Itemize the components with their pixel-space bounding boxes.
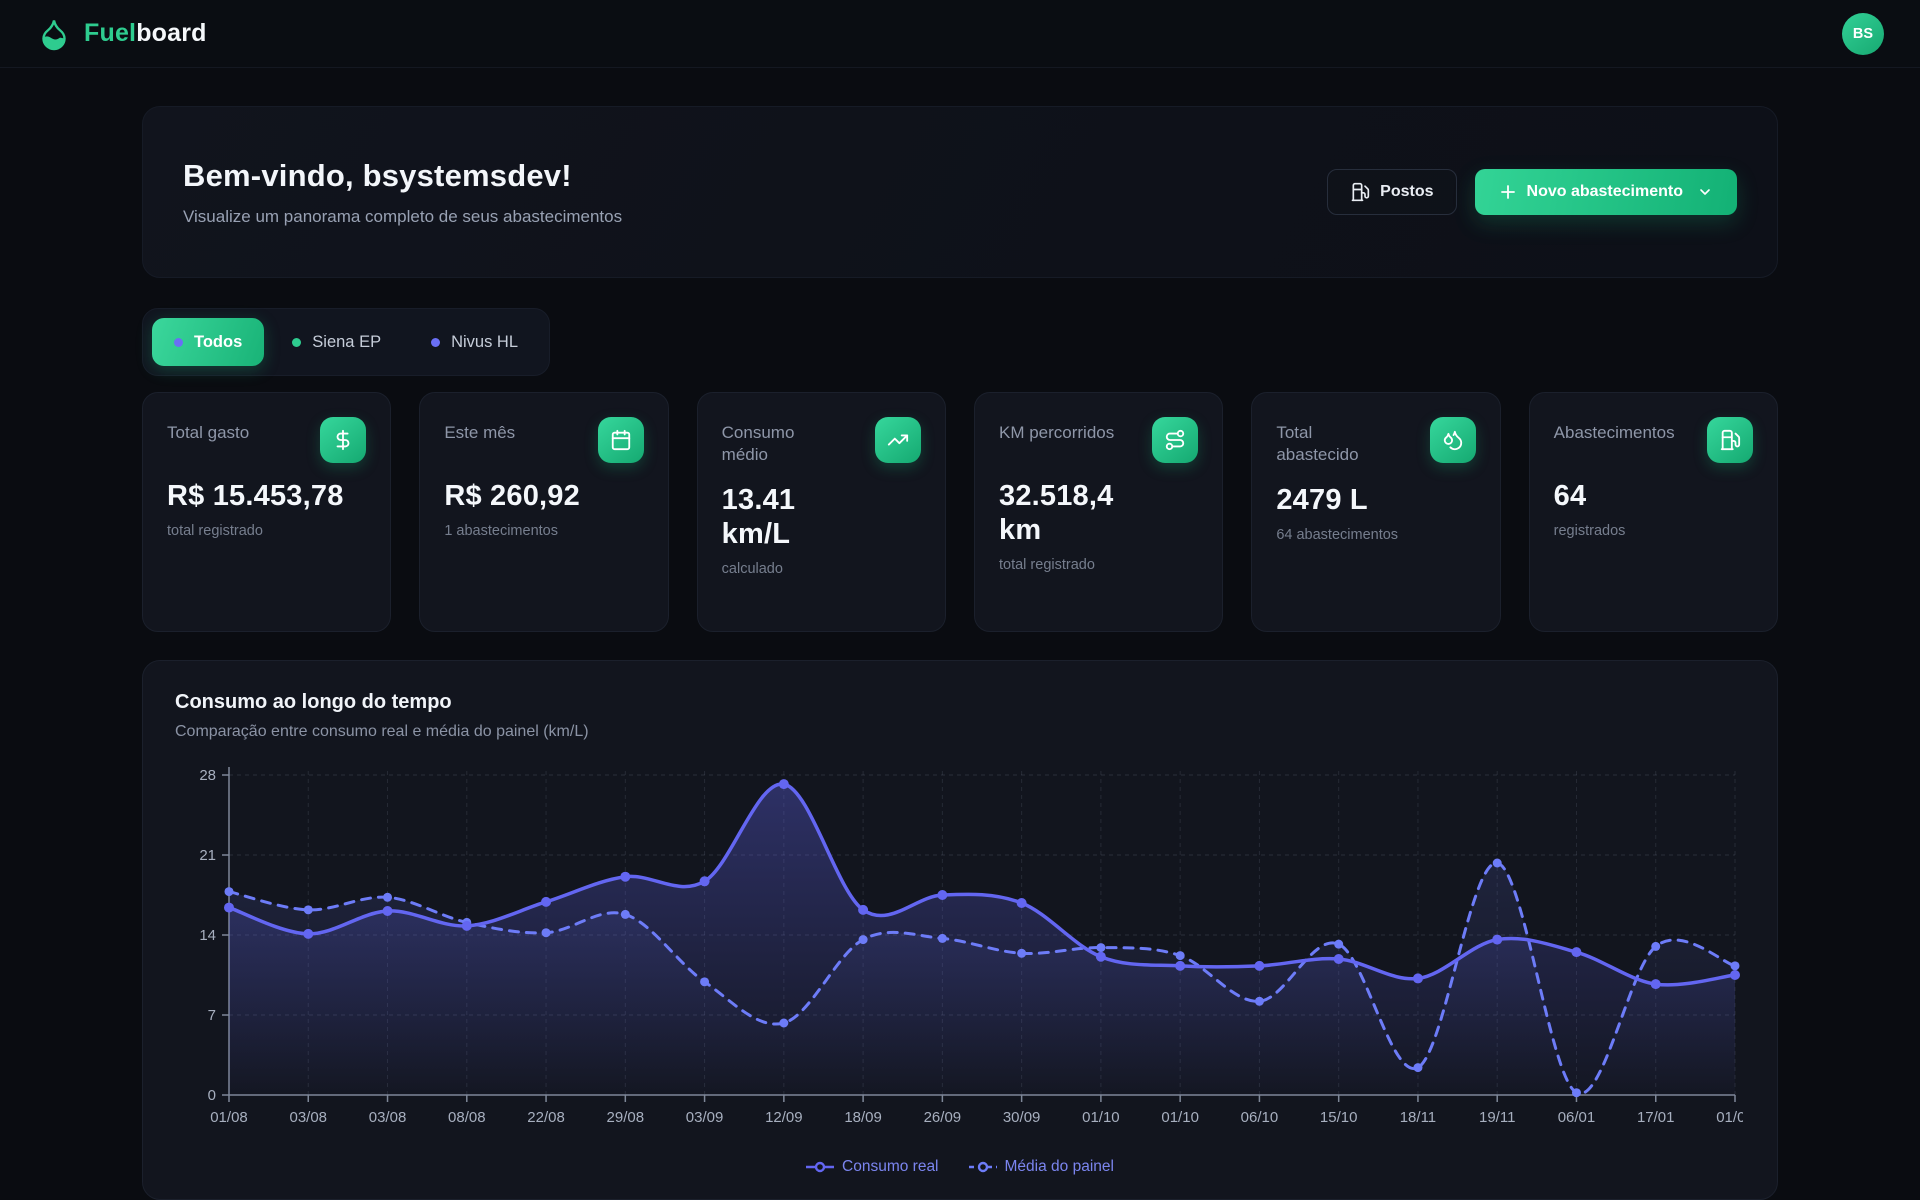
- svg-text:0: 0: [208, 1087, 216, 1104]
- chart-legend: Consumo real Média do painel: [175, 1158, 1745, 1176]
- stat-sublabel: 1 abastecimentos: [444, 523, 643, 539]
- calendar-icon: [598, 417, 644, 463]
- top-navigation-bar: Fuelboard BS: [0, 0, 1920, 68]
- stat-cards-row: Total gasto R$ 15.453,78 total registrado E…: [142, 392, 1778, 632]
- stat-label: Este mês: [444, 417, 515, 444]
- legend-line-marker-icon: [969, 1161, 997, 1173]
- welcome-banner: Bem-vindo, bsystemsdev! Visualize um pan…: [142, 106, 1778, 278]
- stat-card: Total abastecido 2479 L 64 abastecimentos: [1251, 392, 1500, 632]
- postos-button[interactable]: Postos: [1327, 169, 1456, 215]
- consumption-chart-card: Consumo ao longo do tempo Comparação ent…: [142, 660, 1778, 1200]
- stat-value: 13.41 km/L: [722, 483, 921, 551]
- stat-sublabel: total registrado: [999, 557, 1198, 573]
- vehicle-dot-icon: [174, 338, 183, 347]
- svg-text:12/09: 12/09: [765, 1109, 803, 1126]
- svg-text:18/09: 18/09: [844, 1109, 882, 1126]
- stat-sublabel: registrados: [1554, 523, 1753, 539]
- stat-sublabel: 64 abastecimentos: [1276, 527, 1475, 543]
- main-content: Bem-vindo, bsystemsdev! Visualize um pan…: [142, 106, 1778, 1200]
- route-icon: [1152, 417, 1198, 463]
- new-fill-up-button[interactable]: Novo abastecimento: [1475, 169, 1737, 215]
- svg-text:01/02: 01/02: [1716, 1109, 1743, 1126]
- stat-sublabel: calculado: [722, 561, 921, 577]
- stat-card: Abastecimentos 64 registrados: [1529, 392, 1778, 632]
- svg-text:28: 28: [199, 767, 216, 784]
- fuel-pump-icon: [1350, 182, 1370, 202]
- svg-text:7: 7: [208, 1007, 216, 1024]
- svg-text:26/09: 26/09: [924, 1109, 962, 1126]
- svg-text:30/09: 30/09: [1003, 1109, 1041, 1126]
- svg-text:29/08: 29/08: [607, 1109, 645, 1126]
- filter-pill-nivus-hl[interactable]: Nivus HL: [409, 318, 540, 366]
- legend-label: Média do painel: [1005, 1158, 1114, 1176]
- chart-subtitle: Comparação entre consumo real e média do…: [175, 723, 1745, 741]
- svg-text:03/08: 03/08: [369, 1109, 407, 1126]
- trending-up-icon: [875, 417, 921, 463]
- page-title: Bem-vindo, bsystemsdev!: [183, 158, 622, 194]
- stat-label: Total abastecido: [1276, 417, 1358, 467]
- svg-text:18/11: 18/11: [1400, 1109, 1436, 1126]
- vehicle-dot-icon: [292, 338, 301, 347]
- stat-label: Total gasto: [167, 417, 249, 444]
- stat-card: Este mês R$ 260,92 1 abastecimentos: [419, 392, 668, 632]
- stat-value: 64: [1554, 479, 1753, 513]
- svg-text:15/10: 15/10: [1320, 1109, 1358, 1126]
- stat-card: Total gasto R$ 15.453,78 total registrado: [142, 392, 391, 632]
- chart-title: Consumo ao longo do tempo: [175, 691, 1745, 714]
- legend-item-média-do-painel: Média do painel: [969, 1158, 1114, 1176]
- svg-text:01/10: 01/10: [1161, 1109, 1199, 1126]
- stat-card: Consumo médio 13.41 km/L calculado: [697, 392, 946, 632]
- svg-text:17/01: 17/01: [1637, 1109, 1675, 1126]
- svg-text:22/08: 22/08: [527, 1109, 565, 1126]
- legend-label: Consumo real: [842, 1158, 939, 1176]
- svg-text:03/08: 03/08: [289, 1109, 327, 1126]
- filter-pill-label: Nivus HL: [451, 333, 518, 352]
- filter-pill-label: Todos: [194, 333, 242, 352]
- svg-text:08/08: 08/08: [448, 1109, 486, 1126]
- user-avatar[interactable]: BS: [1842, 13, 1884, 55]
- brand-name: Fuelboard: [84, 19, 207, 48]
- consumption-line-chart: 0 7 14 21 28 01/08 03/08 03/08 08/08 22/08 29/08 03…: [175, 757, 1745, 1154]
- stat-card: KM percorridos 32.518,4 km total registrad…: [974, 392, 1223, 632]
- svg-text:03/09: 03/09: [686, 1109, 724, 1126]
- page-subtitle: Visualize um panorama completo de seus a…: [183, 207, 622, 227]
- fuel-pump-icon: [1707, 417, 1753, 463]
- filter-pill-siena-ep[interactable]: Siena EP: [270, 318, 403, 366]
- plus-icon: [1499, 183, 1517, 201]
- chevron-down-icon: [1697, 184, 1713, 200]
- dollar-icon: [320, 417, 366, 463]
- brand-logo: Fuelboard: [36, 16, 207, 52]
- filter-pill-todos[interactable]: Todos: [152, 318, 264, 366]
- banner-actions: Postos Novo abastecimento: [1327, 169, 1737, 215]
- svg-text:06/01: 06/01: [1558, 1109, 1596, 1126]
- stat-value: 2479 L: [1276, 483, 1475, 517]
- svg-text:21: 21: [199, 847, 216, 864]
- legend-item-consumo-real: Consumo real: [806, 1158, 939, 1176]
- stat-value: 32.518,4 km: [999, 479, 1198, 547]
- vehicle-filter-bar: Todos Siena EP Nivus HL: [142, 308, 550, 376]
- svg-text:19/11: 19/11: [1479, 1109, 1515, 1126]
- stat-value: R$ 15.453,78: [167, 479, 366, 513]
- vehicle-dot-icon: [431, 338, 440, 347]
- svg-text:01/08: 01/08: [210, 1109, 248, 1126]
- stat-value: R$ 260,92: [444, 479, 643, 513]
- legend-line-marker-icon: [806, 1161, 834, 1173]
- stat-sublabel: total registrado: [167, 523, 366, 539]
- svg-text:14: 14: [199, 927, 216, 944]
- svg-text:06/10: 06/10: [1241, 1109, 1279, 1126]
- filter-pill-label: Siena EP: [312, 333, 381, 352]
- stat-label: KM percorridos: [999, 417, 1114, 444]
- droplets-icon: [1430, 417, 1476, 463]
- svg-text:01/10: 01/10: [1082, 1109, 1120, 1126]
- stat-label: Abastecimentos: [1554, 417, 1675, 444]
- stat-label: Consumo médio: [722, 417, 795, 467]
- droplet-logo-icon: [36, 16, 72, 52]
